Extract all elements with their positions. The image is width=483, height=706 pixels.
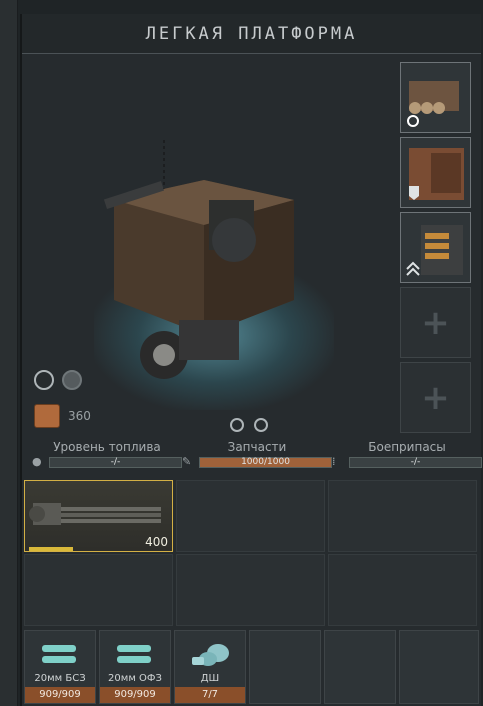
ammo-slot-2[interactable]: 20мм ОФЗ 909/909 xyxy=(99,630,171,704)
weapon-slot-empty[interactable] xyxy=(328,480,477,552)
ammo-slot-empty[interactable] xyxy=(324,630,396,704)
vehicle-stats: Уровень топлива ● -/- Запчасти ✎ 1000/10… xyxy=(32,440,482,472)
armor-module-icon xyxy=(409,148,464,200)
ammo-count: 7/7 xyxy=(175,687,245,703)
vehicle-status-icons xyxy=(34,370,82,390)
stat-fuel: Уровень топлива ● -/- xyxy=(32,440,182,468)
weapon-slot-minigun[interactable]: 400 xyxy=(24,480,173,552)
ammo-name: 20мм БСЗ xyxy=(34,673,86,684)
module-slot-2[interactable] xyxy=(400,137,471,208)
ammo-name: ДШ xyxy=(200,673,220,684)
ammo-slot-empty[interactable] xyxy=(399,630,479,704)
shells-icon xyxy=(117,645,151,663)
weapon-slot-empty[interactable] xyxy=(176,554,325,626)
ammo-slot-1[interactable]: 20мм БСЗ 909/909 xyxy=(24,630,96,704)
copper-crate-icon xyxy=(34,404,60,428)
stat-parts: Запчасти ✎ 1000/1000 xyxy=(182,440,332,468)
ammo-count: 909/909 xyxy=(100,687,170,703)
stat-value: -/- xyxy=(410,456,421,467)
steering-icon[interactable] xyxy=(34,370,54,390)
panel-title: ЛЕГКАЯ ПЛАТФОРМА xyxy=(145,23,358,44)
ammo-bar: -/- xyxy=(349,456,482,468)
weapon-slot-empty[interactable] xyxy=(176,480,325,552)
gear-icon[interactable] xyxy=(254,418,268,432)
stat-label: Уровень топлива xyxy=(53,440,161,454)
weapon-value: 400 xyxy=(145,535,168,549)
ammo-slot-empty[interactable] xyxy=(249,630,321,704)
weapon-slot-empty[interactable] xyxy=(328,554,477,626)
resource-cost: 360 xyxy=(34,404,91,428)
module-slot-empty-1[interactable]: + xyxy=(400,287,471,358)
ammo-name: 20мм ОФЗ xyxy=(108,673,162,684)
module-slots: + + xyxy=(400,62,473,437)
crosshair-icon[interactable] xyxy=(230,418,244,432)
wrench-icon: ✎ xyxy=(182,455,192,468)
module-slot-1[interactable] xyxy=(400,62,471,133)
bullets-icon: ⁞ xyxy=(332,455,336,468)
logs-module-icon xyxy=(407,81,459,127)
shells-icon xyxy=(42,645,76,663)
resource-value: 360 xyxy=(68,409,91,423)
stat-label: Запчасти xyxy=(227,440,287,454)
ammo-slot-3[interactable]: ДШ 7/7 xyxy=(174,630,246,704)
title-bar: ЛЕГКАЯ ПЛАТФОРМА xyxy=(22,14,481,54)
ammo-count: 909/909 xyxy=(25,687,95,703)
helmet-icon[interactable] xyxy=(62,370,82,390)
fuel-bar: -/- xyxy=(49,456,182,468)
smoke-grenade-icon xyxy=(192,644,229,666)
fuel-drop-icon: ● xyxy=(32,455,42,468)
add-icon: + xyxy=(421,302,450,343)
vehicle-model xyxy=(103,140,294,379)
equipment-grid: 400 20мм БСЗ 909/909 20мм ОФЗ 909/909 ДШ… xyxy=(22,478,481,706)
left-edge-strip xyxy=(0,0,18,706)
module-slot-empty-2[interactable]: + xyxy=(400,362,471,433)
module-slot-3[interactable] xyxy=(400,212,471,283)
stat-value: -/- xyxy=(110,456,121,467)
weapon-slot-empty[interactable] xyxy=(24,554,173,626)
weapon-condition-bar xyxy=(29,547,73,551)
stat-ammo: Боеприпасы ⁞ -/- xyxy=(332,440,482,468)
stat-value: 1000/1000 xyxy=(241,456,290,467)
view-controls xyxy=(230,418,268,432)
add-icon: + xyxy=(421,377,450,418)
ammo-module-icon xyxy=(406,225,463,276)
parts-bar: 1000/1000 xyxy=(199,456,332,468)
stat-label: Боеприпасы xyxy=(368,440,446,454)
